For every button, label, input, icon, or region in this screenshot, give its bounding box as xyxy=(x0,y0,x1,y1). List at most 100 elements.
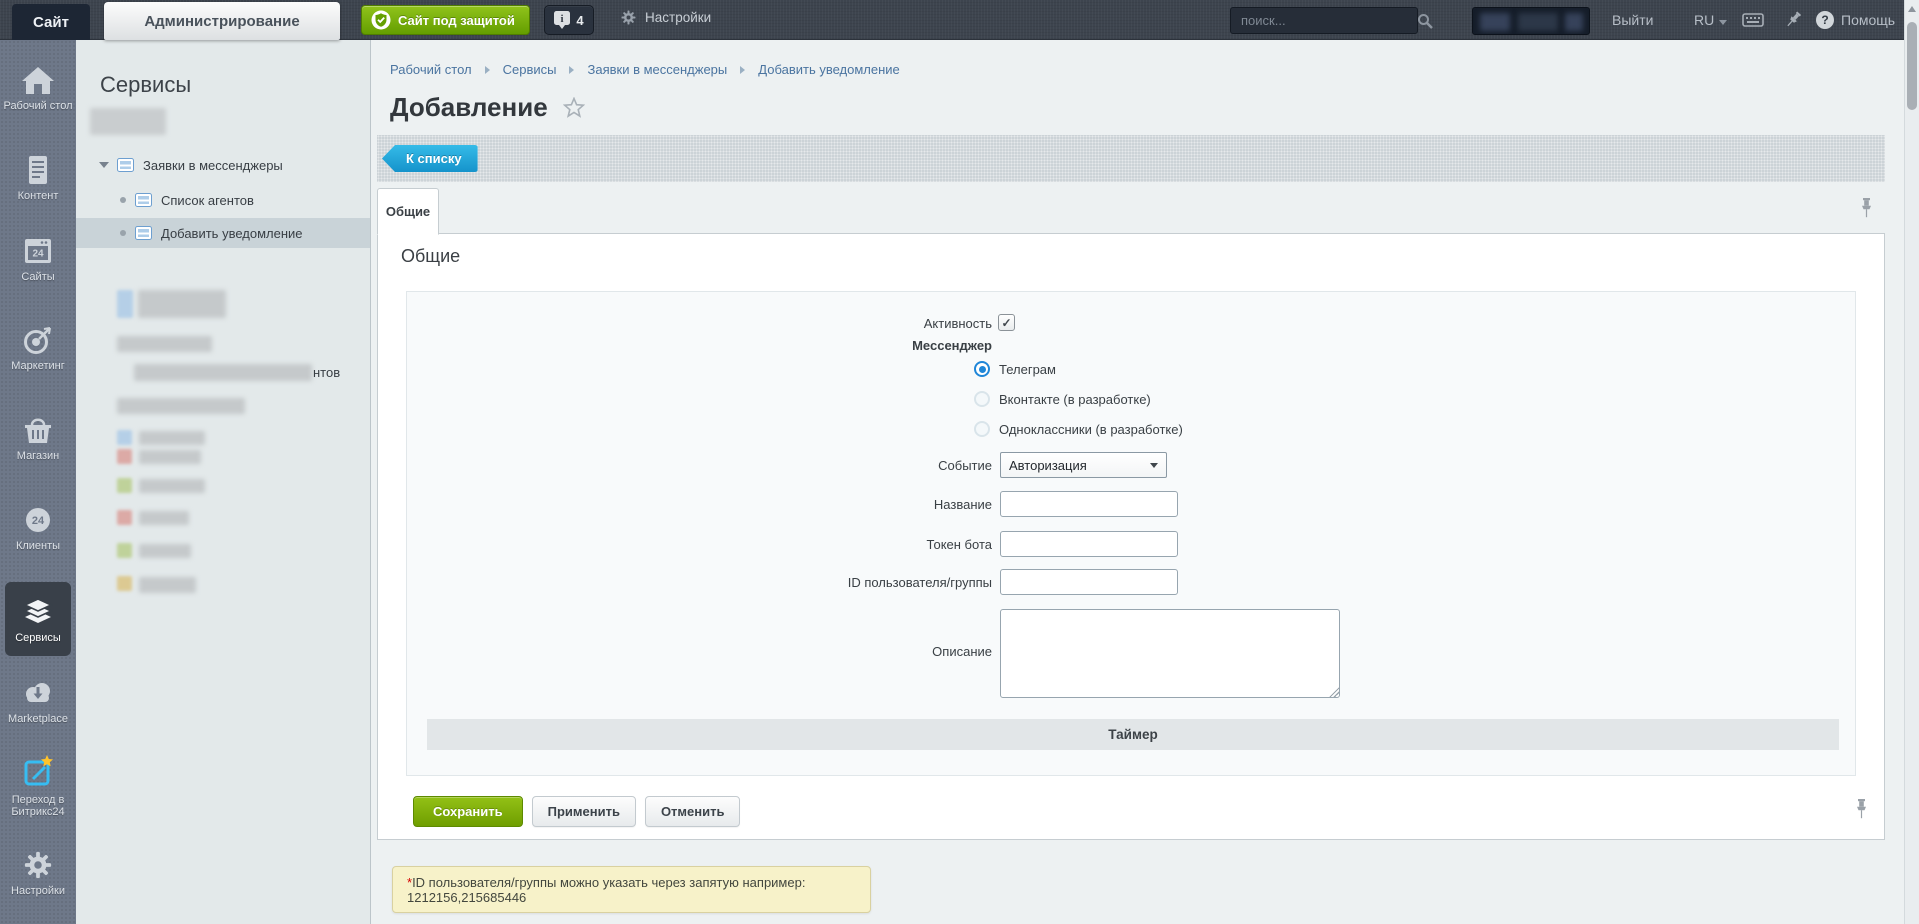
radio-vkontakte-label[interactable]: Вконтакте (в разработке) xyxy=(999,392,1151,407)
shield-check-icon xyxy=(371,10,391,30)
tab-site[interactable]: Сайт xyxy=(12,4,90,40)
breadcrumb-arrow-icon xyxy=(569,66,574,74)
home-icon xyxy=(21,65,55,95)
search-input[interactable] xyxy=(1241,13,1417,28)
bitrix24-icon xyxy=(21,753,55,789)
chevron-down-icon xyxy=(1150,463,1158,468)
site-protected-button[interactable]: Сайт под защитой xyxy=(361,5,530,35)
tree-item-agents-list[interactable]: Список агентов xyxy=(76,185,370,215)
page-title-row: Добавление xyxy=(390,92,585,123)
document-blue-icon xyxy=(135,193,152,207)
user-group-id-input[interactable] xyxy=(1000,569,1178,595)
save-button[interactable]: Сохранить xyxy=(413,796,523,827)
page-title: Добавление xyxy=(390,92,548,123)
context-toolbar: К списку xyxy=(377,135,1885,182)
radio-telegram[interactable] xyxy=(974,361,990,377)
bullet-icon xyxy=(120,230,126,236)
tree-item-add-notification[interactable]: Добавить уведомление xyxy=(76,218,370,248)
breadcrumb-add-notification[interactable]: Добавить уведомление xyxy=(758,62,900,77)
document-blue-icon xyxy=(135,226,152,240)
notifications-count: 4 xyxy=(576,13,583,28)
info-bubble-icon: i xyxy=(554,11,570,30)
logout-link[interactable]: Выйти xyxy=(1612,12,1653,28)
pushpin-icon[interactable] xyxy=(1784,10,1803,29)
tab-general[interactable]: Общие xyxy=(377,188,439,235)
main-content: Рабочий стол Сервисы Заявки в мессенджер… xyxy=(371,40,1904,924)
name-input[interactable] xyxy=(1000,491,1178,517)
notifications-badge[interactable]: i 4 xyxy=(544,5,594,35)
topbar-search xyxy=(1230,7,1418,34)
star-outline-icon[interactable] xyxy=(563,97,585,119)
form-fields-box: Активность Мессенджер Телеграм Вконтакте… xyxy=(406,291,1856,776)
form-panel: Общие Активность Мессенджер Телеграм Вко… xyxy=(377,234,1885,840)
layers-icon xyxy=(21,597,55,627)
sidebar-item-settings[interactable]: Настройки xyxy=(0,850,76,897)
svg-text:i: i xyxy=(561,13,564,25)
scrollbar-thumb[interactable] xyxy=(1907,22,1917,110)
sidebar-item-store[interactable]: Магазин xyxy=(0,415,76,462)
keyboard-icon[interactable] xyxy=(1742,12,1764,28)
cancel-button[interactable]: Отменить xyxy=(645,796,741,827)
breadcrumb-desktop[interactable]: Рабочий стол xyxy=(390,62,472,77)
sidebar-item-content[interactable]: Контент xyxy=(0,155,76,202)
vertical-scrollbar[interactable] xyxy=(1904,0,1919,924)
sidebar-item-clients[interactable]: 24 Клиенты xyxy=(0,505,76,552)
basket-icon xyxy=(21,415,55,445)
messenger-label: Мессенджер xyxy=(407,338,992,353)
breadcrumb-services[interactable]: Сервисы xyxy=(503,62,557,77)
hint-note: *ID пользователя/группы можно указать че… xyxy=(392,866,871,913)
activity-checkbox[interactable] xyxy=(998,314,1015,331)
svg-text:24: 24 xyxy=(32,249,44,260)
activity-label: Активность xyxy=(407,316,992,331)
topbar: Сайт Администрирование Сайт под защитой … xyxy=(0,0,1919,40)
badge-24-icon: 24 xyxy=(21,505,55,535)
sidebar-item-marketing[interactable]: Маркетинг xyxy=(0,325,76,372)
radio-odnoklassniki[interactable] xyxy=(974,421,990,437)
timer-section-header[interactable]: Таймер xyxy=(427,719,1839,750)
svg-text:24: 24 xyxy=(32,515,45,527)
apply-button[interactable]: Применить xyxy=(532,796,636,827)
scroll-up-arrow-icon[interactable] xyxy=(1908,6,1916,12)
section-title: Общие xyxy=(401,246,460,267)
radio-telegram-label[interactable]: Телеграм xyxy=(999,362,1056,377)
tree-item-messengers[interactable]: Заявки в мессенджеры xyxy=(76,150,370,180)
user-id-label: ID пользователя/группы xyxy=(407,575,992,590)
sidebar-item-bitrix24[interactable]: Переход в Битрикс24 xyxy=(0,753,76,818)
topbar-settings-button[interactable]: Настройки xyxy=(620,9,711,26)
document-blue-icon xyxy=(117,158,134,172)
event-label: Событие xyxy=(407,458,992,473)
event-select-value: Авторизация xyxy=(1009,458,1087,473)
breadcrumb: Рабочий стол Сервисы Заявки в мессенджер… xyxy=(390,62,900,77)
tab-strip: Общие xyxy=(377,188,1885,234)
tree-panel-title: Сервисы xyxy=(100,72,191,98)
token-label: Токен бота xyxy=(407,537,992,552)
hint-note-text: ID пользователя/группы можно указать чер… xyxy=(407,875,805,905)
chevron-down-icon xyxy=(1719,20,1727,25)
description-label: Описание xyxy=(407,644,992,659)
description-textarea[interactable] xyxy=(1000,609,1340,698)
sidebar-item-desktop[interactable]: Рабочий стол xyxy=(0,65,76,112)
back-to-list-button[interactable]: К списку xyxy=(382,145,478,172)
event-select[interactable]: Авторизация xyxy=(1000,452,1167,478)
browser-24-icon: 24 xyxy=(21,236,55,266)
services-tree-panel: Сервисы Заявки в мессенджеры Список аген… xyxy=(76,40,371,924)
sidebar-item-marketplace[interactable]: Marketplace xyxy=(0,678,76,725)
question-circle-icon[interactable]: ? xyxy=(1816,11,1834,29)
user-name-redacted[interactable] xyxy=(1472,7,1590,35)
magnifier-icon[interactable] xyxy=(1417,13,1433,29)
pushpin-icon[interactable] xyxy=(1860,198,1873,218)
sidebar-item-sites[interactable]: 24 Сайты xyxy=(0,236,76,283)
radio-odnoklassniki-label[interactable]: Одноклассники (в разработке) xyxy=(999,422,1183,437)
sidebar-item-services[interactable]: Сервисы xyxy=(5,582,71,656)
gear-icon xyxy=(22,850,54,880)
help-link[interactable]: Помощь xyxy=(1841,12,1895,28)
tab-administration[interactable]: Администрирование xyxy=(104,2,340,40)
triangle-down-icon[interactable] xyxy=(99,162,109,168)
left-icon-rail: Рабочий стол Контент 24 Сайты Маркетинг … xyxy=(0,40,76,924)
pushpin-icon[interactable] xyxy=(1855,799,1868,819)
language-selector[interactable]: RU xyxy=(1694,12,1727,28)
bot-token-input[interactable] xyxy=(1000,531,1178,557)
radio-vkontakte[interactable] xyxy=(974,391,990,407)
cloud-download-icon xyxy=(21,678,55,708)
breadcrumb-messengers[interactable]: Заявки в мессенджеры xyxy=(587,62,727,77)
